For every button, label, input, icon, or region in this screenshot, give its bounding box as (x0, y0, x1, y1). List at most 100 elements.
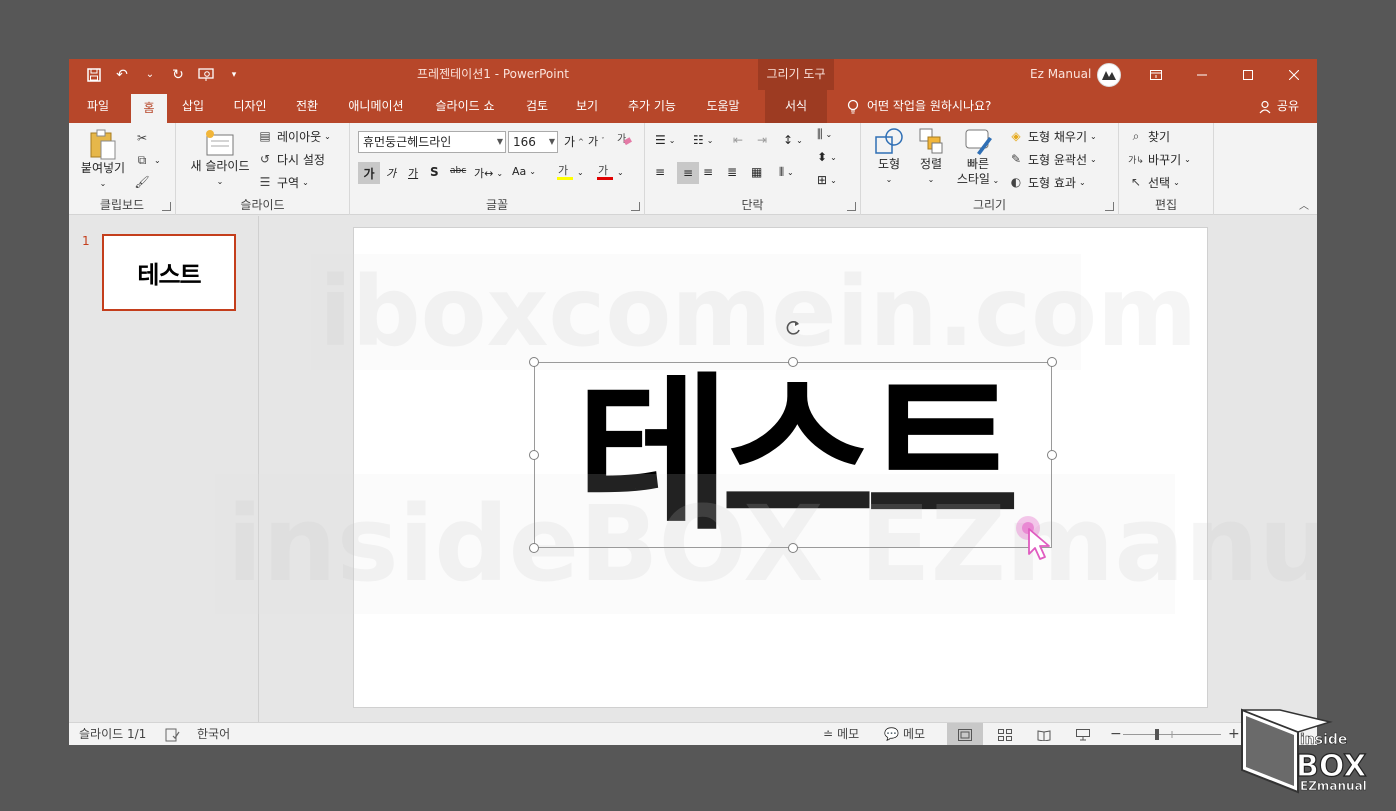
spellcheck-icon[interactable] (165, 723, 181, 745)
tab-format[interactable]: 서식 (765, 90, 827, 123)
italic-icon[interactable]: 가 (386, 165, 396, 181)
align-center-icon[interactable]: ≡ (677, 162, 699, 184)
tab-slideshow[interactable]: 슬라이드 쇼 (425, 90, 505, 123)
save-icon[interactable] (83, 64, 105, 86)
redo-icon[interactable]: ⌄ (139, 64, 161, 86)
change-case-icon[interactable]: Aa ⌄ (512, 165, 536, 178)
repeat-icon[interactable]: ↻ (167, 64, 189, 86)
tab-addins[interactable]: 추가 기능 (619, 90, 685, 123)
notes-button[interactable]: ≐ 메모 (823, 723, 859, 745)
minimize-icon[interactable] (1179, 59, 1225, 90)
resize-handle-e[interactable] (1047, 450, 1057, 460)
quick-styles-button[interactable]: 빠른 스타일 ⌄ (953, 127, 1003, 188)
slideshow-from-start-icon[interactable] (195, 64, 217, 86)
new-slide-button[interactable]: 새 슬라이드 ⌄ (184, 129, 256, 189)
shape-outline-button[interactable]: ✎ 도형 윤곽선 ⌄ (1007, 150, 1097, 168)
resize-handle-sw[interactable] (529, 543, 539, 553)
slide-sorter-icon[interactable] (987, 723, 1023, 745)
paragraph-launcher-icon[interactable] (847, 202, 856, 211)
tab-design[interactable]: 디자인 (225, 90, 275, 123)
smartart-icon[interactable]: ⊞ ⌄ (817, 173, 837, 187)
align-left-icon[interactable]: ≡ (655, 165, 665, 179)
tab-insert[interactable]: 삽입 (173, 90, 213, 123)
paste-button[interactable]: 붙여넣기 ⌄ (79, 129, 127, 191)
tell-me-box[interactable]: 어떤 작업을 원하시나요? (847, 90, 991, 123)
bold-icon[interactable]: 가 (358, 162, 380, 184)
ribbon-display-options-icon[interactable] (1133, 59, 1179, 90)
char-spacing-icon[interactable]: 가↔ ⌄ (474, 165, 503, 181)
resize-handle-ne[interactable] (1047, 357, 1057, 367)
zoom-slider[interactable] (1123, 723, 1221, 745)
decrease-indent-icon[interactable]: ⇤ (733, 133, 743, 147)
highlight-icon[interactable]: 가 ⌄ (556, 163, 584, 181)
copy-button[interactable]: ⧉ ⌄ (133, 151, 161, 169)
language-indicator[interactable]: 한국어 (197, 723, 230, 745)
undo-icon[interactable]: ↶ (111, 64, 133, 86)
align-text-icon[interactable]: ⬍ ⌄ (817, 150, 837, 164)
account-name[interactable]: Ez Manual (1030, 59, 1091, 90)
tab-review[interactable]: 검토 (517, 90, 557, 123)
tab-animations[interactable]: 애니메이션 (339, 90, 413, 123)
font-name-combo[interactable]: 휴먼둥근헤드라인 ▼ (358, 131, 506, 153)
numbering-icon[interactable]: ☷ ⌄ (693, 133, 713, 147)
group-drawing: 도형 ⌄ 정렬 ⌄ 빠른 스타일 ⌄ ◈ 도형 채우기 ⌄ ✎ 도형 윤곽선 ⌄ ◐ 도형… (861, 123, 1119, 215)
zoom-out-icon[interactable]: − (1110, 723, 1122, 745)
decrease-font-icon[interactable]: 가ˇ (588, 133, 605, 149)
tab-view[interactable]: 보기 (567, 90, 607, 123)
find-button[interactable]: ⌕ 찾기 (1127, 127, 1170, 145)
comments-button[interactable]: 💬 메모 (884, 723, 925, 745)
section-button[interactable]: ☰ 구역 ⌄ (256, 173, 309, 191)
resize-handle-w[interactable] (529, 450, 539, 460)
increase-font-icon[interactable]: 가 ^ (564, 133, 584, 150)
format-painter-button[interactable]: 🖌 (133, 173, 151, 191)
resize-handle-s[interactable] (788, 543, 798, 553)
drawing-launcher-icon[interactable] (1105, 202, 1114, 211)
shapes-button[interactable]: 도형 ⌄ (869, 127, 909, 187)
customize-qat-icon[interactable]: ▾ (223, 64, 245, 86)
layout-button[interactable]: ▤ 레이아웃 ⌄ (256, 127, 331, 145)
tab-help[interactable]: 도움말 (697, 90, 749, 123)
maximize-icon[interactable] (1225, 59, 1271, 90)
reading-view-icon[interactable] (1026, 723, 1062, 745)
collapse-ribbon-icon[interactable]: ︿ (1299, 197, 1309, 212)
tab-file[interactable]: 파일 (77, 90, 119, 123)
distributed-icon[interactable]: ▦ (751, 165, 762, 179)
underline-icon[interactable]: 가 (408, 165, 418, 181)
bullets-icon[interactable]: ☰ ⌄ (655, 133, 675, 147)
shadow-icon[interactable]: S (430, 165, 439, 179)
share-button[interactable]: 공유 (1259, 90, 1299, 123)
columns-icon[interactable]: ⫴ ⌄ (779, 165, 794, 180)
slide-thumbnail[interactable]: 테스트 (102, 234, 236, 311)
tab-transitions[interactable]: 전환 (285, 90, 329, 123)
zoom-in-icon[interactable]: + (1228, 723, 1240, 745)
close-icon[interactable] (1271, 59, 1317, 90)
normal-view-icon[interactable] (947, 723, 983, 745)
increase-indent-icon[interactable]: ⇥ (757, 133, 767, 147)
slide-canvas[interactable]: iboxcomein.com 테스트 insideBOX EZmanual (215, 227, 1317, 708)
rotate-handle-icon[interactable] (783, 318, 803, 338)
tab-home[interactable]: 홈 (131, 94, 167, 123)
font-size-combo[interactable]: 166 ▼ (508, 131, 558, 153)
text-direction-icon[interactable]: ⫼ ⌄ (817, 127, 832, 142)
shape-effects-button[interactable]: ◐ 도형 효과 ⌄ (1007, 173, 1086, 191)
align-right-icon[interactable]: ≡ (703, 165, 713, 179)
reset-button[interactable]: ↺ 다시 설정 (256, 150, 325, 168)
clear-formatting-icon[interactable]: 가 (616, 131, 632, 147)
font-color-icon[interactable]: 가 ⌄ (596, 163, 624, 181)
arrange-button[interactable]: 정렬 ⌄ (911, 127, 951, 187)
resize-handle-nw[interactable] (529, 357, 539, 367)
section-dropdown-icon: ⌄ (302, 177, 309, 187)
select-button[interactable]: ↖ 선택 ⌄ (1127, 173, 1180, 191)
justify-icon[interactable]: ≣ (727, 165, 737, 179)
cut-button[interactable]: ✂ (133, 129, 151, 147)
strikethrough-icon[interactable]: abc (450, 166, 466, 176)
text-box-selection[interactable] (534, 362, 1052, 548)
shape-fill-button[interactable]: ◈ 도형 채우기 ⌄ (1007, 127, 1096, 145)
replace-button[interactable]: 가↳ 바꾸기 ⌄ (1127, 150, 1191, 168)
clipboard-launcher-icon[interactable] (162, 202, 171, 211)
font-launcher-icon[interactable] (631, 202, 640, 211)
resize-handle-n[interactable] (788, 357, 798, 367)
line-spacing-icon[interactable]: ↕ ⌄ (783, 133, 803, 147)
avatar[interactable] (1097, 63, 1121, 87)
slideshow-view-icon[interactable] (1065, 723, 1101, 745)
